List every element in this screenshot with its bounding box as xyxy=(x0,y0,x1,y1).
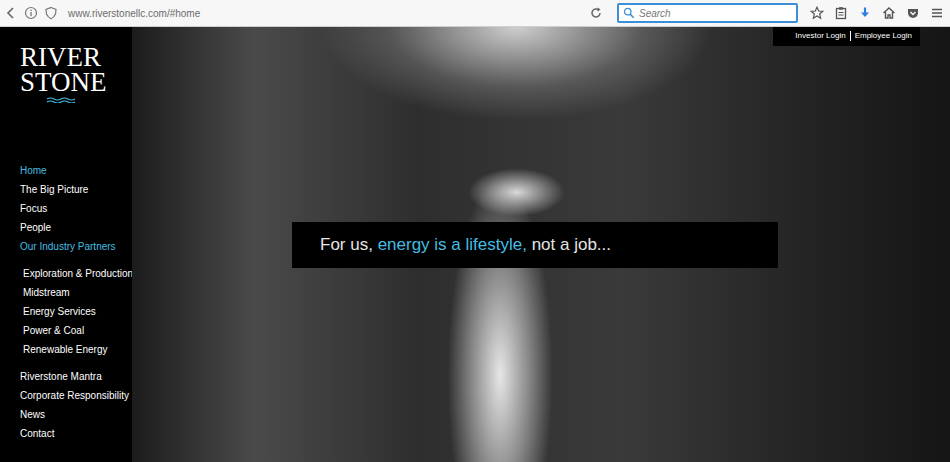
item-expansion: Contact xyxy=(20,428,54,439)
login-bar: Investor Login Employee Login xyxy=(773,27,920,46)
login-link[interactable]: Employee Login xyxy=(855,31,912,41)
sidebar-item[interactable]: Our Industry Partners xyxy=(20,237,132,256)
tagline-part: not a job... xyxy=(527,235,611,254)
shield-icon[interactable] xyxy=(44,6,58,20)
download-icon[interactable] xyxy=(858,6,872,20)
search-input[interactable] xyxy=(639,8,792,19)
item-selection: Corporate Responsibility xyxy=(20,390,129,401)
sidebar-item[interactable]: Corporate Responsibility xyxy=(20,386,132,405)
page-content: RIVERSTONE Home The Big Picture Focus People… xyxy=(0,27,950,462)
item-selection: Exploration & Production xyxy=(23,268,133,279)
item-expansion: Focus xyxy=(20,203,47,214)
item-expansion: Renewable Energy xyxy=(23,344,108,355)
item-label: The Big Picture xyxy=(20,184,88,195)
home-icon[interactable] xyxy=(882,6,896,20)
item-label: Energy Services xyxy=(23,306,96,317)
sidebar-subitem[interactable]: Midstream xyxy=(20,283,132,302)
item-expansion: Corporate Responsibility xyxy=(20,390,129,401)
hero-photo: Investor Login Employee Login For us, ener… xyxy=(132,27,950,462)
back-icon[interactable] xyxy=(4,6,18,20)
item-selection: Power & Coal xyxy=(23,325,84,336)
address-bar[interactable]: www.riverstonellc.com/#home xyxy=(64,8,583,19)
item-selection: People xyxy=(20,222,51,233)
item-expansion: People xyxy=(20,222,51,233)
sidebar-subitem[interactable]: Renewable Energy xyxy=(20,340,132,359)
item-selection: Riverstone Mantra xyxy=(20,371,102,382)
toolbar-buttons xyxy=(810,6,944,20)
browser-toolbar: www.riverstonellc.com/#home xyxy=(0,0,950,27)
search-field[interactable] xyxy=(617,3,798,23)
sidebar-item[interactable]: Contact xyxy=(20,424,132,443)
item-selection: Renewable Energy xyxy=(23,344,108,355)
item-expansion: Home xyxy=(20,165,47,176)
sidebar: RIVERSTONE Home The Big Picture Focus People… xyxy=(0,27,132,462)
item-label: Contact xyxy=(20,428,54,439)
wave-icon xyxy=(46,97,76,103)
tagline-part: energy is a lifestyle, xyxy=(378,235,527,254)
item-label: Corporate Responsibility xyxy=(20,390,129,401)
sidebar-subitem[interactable]: Power & Coal xyxy=(20,321,132,340)
item-selection: The Big Picture xyxy=(20,184,88,195)
item-selection: Our Industry Partners xyxy=(20,241,116,252)
item-selection: Home xyxy=(20,165,47,176)
item-selection: News xyxy=(20,409,45,420)
sidebar-subitem[interactable]: Exploration & Production xyxy=(20,264,132,283)
star-icon[interactable] xyxy=(810,6,824,20)
item-selection: Midstream xyxy=(23,287,70,298)
item-expansion: Power & Coal xyxy=(23,325,84,336)
sidebar-nav: Home The Big Picture Focus People Our Indust… xyxy=(20,161,132,443)
sidebar-subitem[interactable]: Energy Services xyxy=(20,302,132,321)
sidebar-item[interactable]: People xyxy=(20,218,132,237)
item-expansion: Our Industry Partners xyxy=(20,241,116,252)
item-expansion: Exploration & Production xyxy=(23,268,133,279)
sidebar-item[interactable]: Home xyxy=(20,161,132,180)
riverstone-logo[interactable]: RIVERSTONE xyxy=(20,45,132,95)
reload-icon[interactable] xyxy=(589,6,603,20)
item-label: Focus xyxy=(20,203,47,214)
sidebar-item[interactable]: The Big Picture xyxy=(20,180,132,199)
item-expansion: News xyxy=(20,409,45,420)
item-label: Home xyxy=(20,165,47,176)
item-expansion: Midstream xyxy=(23,287,70,298)
item-expansion: The Big Picture xyxy=(20,184,88,195)
item-label: People xyxy=(20,222,51,233)
item-label: Power & Coal xyxy=(23,325,84,336)
sidebar-item[interactable]: News xyxy=(20,405,132,424)
item-expansion: Riverstone Mantra xyxy=(20,371,102,382)
info-icon[interactable] xyxy=(24,6,38,20)
logo-line: STONE xyxy=(20,70,132,95)
magnifier-icon xyxy=(623,7,635,19)
menu-icon[interactable] xyxy=(930,6,944,20)
login-link[interactable]: Investor Login xyxy=(795,31,845,41)
item-expansion: Energy Services xyxy=(23,306,96,317)
clipboard-icon[interactable] xyxy=(834,6,848,20)
item-selection: Contact xyxy=(20,428,54,439)
tagline-part: For us, xyxy=(320,235,378,254)
item-label: Our Industry Partners xyxy=(20,241,116,252)
login-separator xyxy=(850,31,851,41)
item-label: Renewable Energy xyxy=(23,344,108,355)
pocket-icon[interactable] xyxy=(906,6,920,20)
sidebar-item[interactable]: Focus xyxy=(20,199,132,218)
item-selection: Focus xyxy=(20,203,47,214)
item-label: Exploration & Production xyxy=(23,268,133,279)
item-selection: Energy Services xyxy=(23,306,96,317)
item-label: Riverstone Mantra xyxy=(20,371,102,382)
sidebar-item[interactable]: Riverstone Mantra xyxy=(20,367,132,386)
logo-line: RIVER xyxy=(20,45,132,70)
item-label: News xyxy=(20,409,45,420)
tagline-banner: For us, energy is a lifestyle, not a job… xyxy=(292,222,778,268)
item-label: Midstream xyxy=(23,287,70,298)
